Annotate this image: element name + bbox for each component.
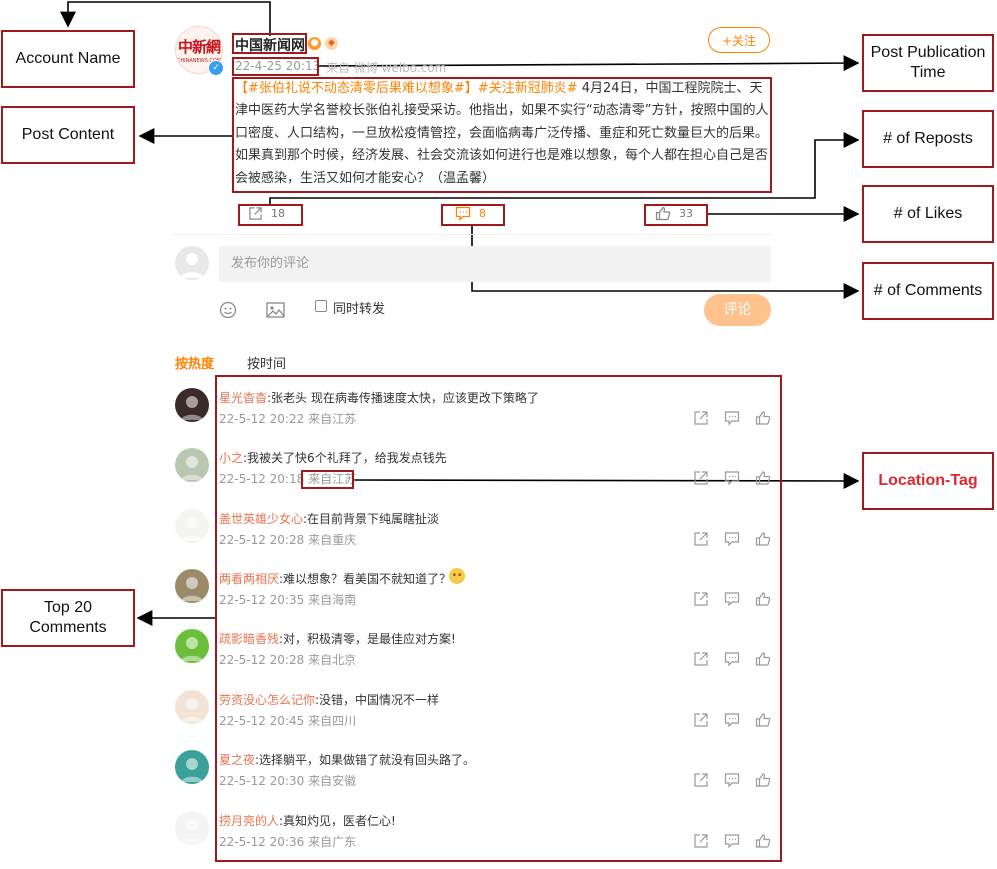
post-source: 来自 微博 weibo.com [326, 61, 447, 75]
verified-badge-icon: ✓ [208, 60, 224, 76]
avatar-image-icon [181, 396, 203, 420]
highlight-post-content [232, 77, 772, 193]
also-repost-label: 同时转发 [333, 302, 386, 317]
submit-comment-button[interactable]: 评论 [704, 294, 771, 326]
annotation-reposts: # of Reposts [862, 110, 994, 168]
logo-text: 中新網 [177, 38, 221, 56]
annotation-top-comments-line1: Top 20 [43, 599, 93, 616]
highlight-location-tag [301, 470, 354, 489]
highlight-likes [644, 204, 708, 226]
avatar-image-icon [181, 698, 203, 722]
annotation-publication-time-line2: Time [910, 64, 946, 81]
commenter-avatar[interactable] [175, 629, 209, 663]
commenter-avatar[interactable] [175, 569, 209, 603]
commenter-avatar[interactable] [175, 509, 209, 543]
avatar-image-icon [181, 758, 203, 782]
commenter-avatar[interactable] [175, 811, 209, 845]
commenter-avatar[interactable] [175, 388, 209, 422]
image-icon[interactable] [266, 301, 285, 319]
highlight-top-comments [215, 375, 782, 862]
default-user-icon [180, 253, 204, 278]
avatar-image-icon [181, 819, 203, 843]
avatar-image-icon [181, 637, 203, 661]
highlight-reposts [238, 204, 303, 226]
avatar-image-icon [181, 577, 203, 601]
also-repost-checkbox[interactable] [315, 300, 327, 312]
avatar-image-icon [181, 517, 203, 541]
vip-badge-icon: ● [308, 37, 321, 50]
annotation-top-comments: Top 20 Comments [1, 589, 135, 647]
annotation-top-comments-line2: Comments [29, 619, 107, 636]
annotation-account-name: Account Name [1, 30, 135, 88]
tab-sort-hot[interactable]: 按热度 [175, 353, 214, 372]
divider [172, 234, 772, 235]
current-user-avatar [175, 246, 209, 280]
commenter-avatar[interactable] [175, 750, 209, 784]
annotation-likes: # of Likes [862, 185, 994, 243]
tab-sort-time[interactable]: 按时间 [247, 353, 286, 372]
follow-button[interactable]: +关注 [708, 27, 770, 53]
highlight-account-name [232, 33, 307, 54]
annotation-publication-time-line1: Post Publication [870, 44, 986, 61]
annotation-comments: # of Comments [862, 262, 994, 320]
commenter-avatar[interactable] [175, 448, 209, 482]
commenter-avatar[interactable] [175, 690, 209, 724]
avatar-image-icon [181, 456, 203, 480]
annotation-post-content: Post Content [1, 106, 135, 164]
fan-badge-icon: ◆ [325, 37, 338, 50]
emoji-icon[interactable] [219, 301, 237, 319]
highlight-comments [441, 204, 505, 226]
annotation-location-tag: Location-Tag [862, 452, 994, 510]
annotation-publication-time: Post Publication Time [862, 34, 994, 92]
highlight-timestamp [232, 57, 319, 76]
comment-input[interactable]: 发布你的评论 [219, 246, 771, 282]
